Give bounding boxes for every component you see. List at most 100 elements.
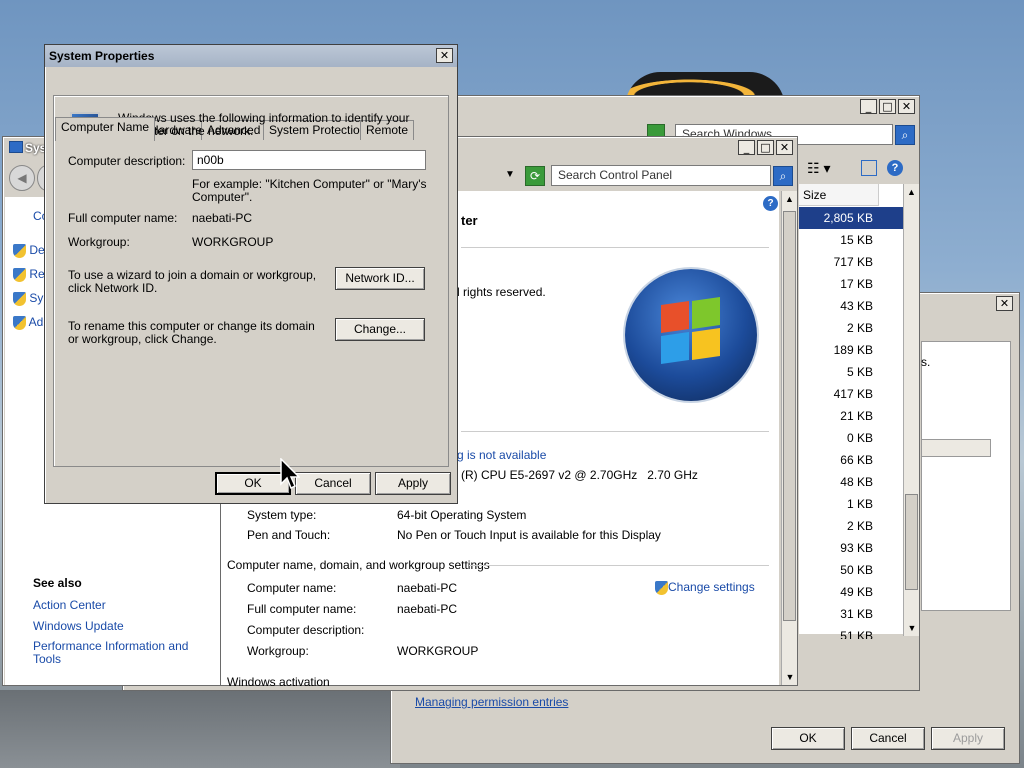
workgroup-value: WORKGROUP — [397, 644, 479, 658]
size-cell[interactable]: 1 KB — [799, 493, 903, 515]
processor-value: (R) CPU E5-2697 v2 @ 2.70GHz 2.70 GHz — [461, 468, 698, 482]
change-settings-link[interactable]: Change settings — [655, 580, 755, 595]
computer-name-value: naebati-PC — [397, 581, 458, 595]
shield-icon — [13, 267, 26, 282]
close-icon[interactable]: ✕ — [996, 296, 1013, 311]
tab-panel: Windows uses the following information t… — [53, 95, 449, 467]
security-cancel-button[interactable]: Cancel — [851, 727, 925, 750]
nav-item-label: De — [29, 243, 45, 257]
size-cell[interactable]: 15 KB — [799, 229, 903, 251]
shield-icon — [13, 291, 26, 306]
views-icon[interactable]: ☷ ▾ — [807, 160, 830, 177]
shield-icon — [655, 580, 668, 595]
size-cell[interactable]: 717 KB — [799, 251, 903, 273]
nav-item-system-protection[interactable]: Sy — [13, 291, 43, 306]
pen-touch-value: No Pen or Touch Input is available for t… — [397, 528, 661, 542]
size-cell[interactable]: 66 KB — [799, 449, 903, 471]
refresh-icon[interactable]: ⟳ — [525, 166, 545, 186]
maximize-icon[interactable]: □ — [879, 99, 896, 114]
size-cell[interactable]: 17 KB — [799, 273, 903, 295]
nav-item-device-manager[interactable]: De — [13, 243, 45, 258]
size-cell[interactable]: 49 KB — [799, 581, 903, 603]
search-icon[interactable]: ⌕ — [773, 166, 793, 186]
logo-green-pane — [692, 297, 720, 329]
address-dropdown-icon[interactable]: ▼ — [505, 169, 515, 180]
nav-item-label: Sy — [29, 291, 44, 305]
change-settings-label: Change settings — [668, 580, 755, 594]
action-center-link[interactable]: Action Center — [33, 598, 106, 612]
content-scrollbar[interactable]: ▲ ▼ — [781, 191, 797, 685]
performance-info-link[interactable]: Performance Information and Tools — [33, 640, 193, 666]
size-cell[interactable]: 5 KB — [799, 361, 903, 383]
close-icon[interactable]: ✕ — [776, 140, 793, 155]
size-cell[interactable]: 2,805 KB — [799, 207, 903, 229]
size-cell[interactable]: 48 KB — [799, 471, 903, 493]
size-cell[interactable]: 417 KB — [799, 383, 903, 405]
pen-touch-label: Pen and Touch: — [247, 528, 331, 542]
search-icon[interactable]: ⌕ — [895, 125, 915, 145]
size-cell[interactable]: 93 KB — [799, 537, 903, 559]
size-cell[interactable]: 51 KB — [799, 625, 903, 639]
cancel-button[interactable]: Cancel — [295, 472, 371, 495]
nav-item-advanced[interactable]: Ad — [13, 315, 43, 330]
managing-permission-link[interactable]: Managing permission entries — [415, 695, 568, 709]
full-computer-name-label: Full computer name: — [68, 211, 178, 225]
size-cell[interactable]: 50 KB — [799, 559, 903, 581]
close-icon[interactable]: ✕ — [898, 99, 915, 114]
logo-blue-pane — [661, 332, 689, 364]
rename-text: To rename this computer or change its do… — [68, 319, 315, 346]
scroll-up-icon[interactable]: ▲ — [904, 184, 919, 200]
computer-description-input[interactable]: n00b — [192, 150, 426, 170]
see-also-heading: See also — [33, 576, 82, 590]
security-ok-button[interactable]: OK — [771, 727, 845, 750]
minimize-icon[interactable]: _ — [860, 99, 877, 114]
size-cell[interactable]: 43 KB — [799, 295, 903, 317]
security-list-header — [921, 439, 991, 457]
preview-pane-icon[interactable] — [861, 160, 877, 176]
size-cell[interactable]: 2 KB — [799, 317, 903, 339]
control-panel-search-input[interactable]: Search Control Panel — [551, 165, 771, 186]
rating-link[interactable]: g is not available — [457, 448, 546, 462]
windows-update-link[interactable]: Windows Update — [33, 619, 124, 633]
computer-name-section-heading: Computer name, domain, and workgroup set… — [227, 558, 490, 572]
copyright-text: l rights reserved. — [457, 285, 546, 299]
size-cell[interactable]: 21 KB — [799, 405, 903, 427]
apply-button[interactable]: Apply — [375, 472, 451, 495]
tab-computer-name[interactable]: Computer Name — [55, 117, 156, 141]
security-text: s. — [921, 355, 931, 369]
minimize-icon[interactable]: _ — [738, 140, 755, 155]
file-list-scrollbar[interactable]: ▲ ▼ — [903, 184, 919, 636]
system-type-value: 64-bit Operating System — [397, 508, 527, 522]
full-computer-name-label: Full computer name: — [247, 602, 357, 616]
intro-text: Windows uses the following information t… — [118, 111, 410, 138]
security-apply-button[interactable]: Apply — [931, 727, 1005, 750]
system-properties-dialog: System Properties ✕ Computer Name Hardwa… — [44, 44, 458, 504]
scrollbar-thumb[interactable] — [905, 494, 918, 590]
help-icon[interactable]: ? — [763, 196, 778, 211]
network-wizard-text: To use a wizard to join a domain or work… — [68, 268, 317, 295]
dialog-titlebar[interactable]: System Properties ✕ — [45, 45, 457, 67]
size-cell[interactable]: 0 KB — [799, 427, 903, 449]
network-id-button[interactable]: Network ID... — [335, 267, 425, 290]
size-cell[interactable]: 31 KB — [799, 603, 903, 625]
nav-item-remote[interactable]: Re — [13, 267, 45, 282]
close-icon[interactable]: ✕ — [436, 48, 453, 63]
scroll-down-icon[interactable]: ▼ — [904, 620, 920, 636]
workgroup-label: Workgroup: — [68, 235, 130, 249]
scroll-down-icon[interactable]: ▼ — [782, 669, 798, 685]
size-cell[interactable]: 189 KB — [799, 339, 903, 361]
scroll-up-icon[interactable]: ▲ — [782, 191, 797, 207]
workgroup-value: WORKGROUP — [192, 235, 274, 249]
change-button[interactable]: Change... — [335, 318, 425, 341]
shield-icon — [13, 243, 26, 258]
system-window-icon — [9, 141, 23, 153]
nav-item-label: Ad — [28, 315, 44, 329]
size-cell[interactable]: 2 KB — [799, 515, 903, 537]
section-divider — [461, 431, 769, 432]
help-icon[interactable]: ? — [887, 160, 903, 176]
section-divider — [461, 247, 769, 248]
back-button[interactable]: ◀ — [9, 165, 35, 191]
scrollbar-thumb[interactable] — [783, 211, 796, 621]
size-column-header[interactable]: Size — [799, 184, 879, 206]
maximize-icon[interactable]: □ — [757, 140, 774, 155]
